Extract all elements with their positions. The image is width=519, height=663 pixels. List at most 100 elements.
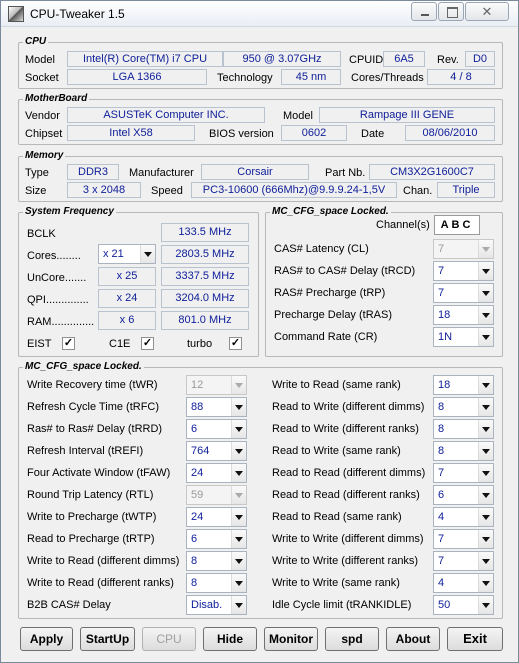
socket-value: LGA 1366 <box>67 69 207 85</box>
mc-right-row-2-select[interactable]: 8 <box>433 419 494 439</box>
mc-left-row-8-select[interactable]: 8 <box>186 551 247 571</box>
cpuid-label: CPUID <box>349 54 384 66</box>
mc-left-row-5-select[interactable]: 59 <box>186 485 247 505</box>
chevron-down-icon[interactable] <box>478 574 493 592</box>
chevron-down-icon[interactable] <box>478 464 493 482</box>
mc-top-row-0-select[interactable]: 7 <box>433 239 494 259</box>
mc-left-row-3-label: Refresh Interval (tREFI) <box>27 445 144 457</box>
chevron-down-icon[interactable] <box>478 240 493 258</box>
mc-left-row-9-select[interactable]: 8 <box>186 573 247 593</box>
chevron-down-icon[interactable] <box>231 596 246 614</box>
spd-button[interactable]: spd <box>325 627 379 651</box>
maximize-button[interactable] <box>438 2 464 21</box>
mc-right-row-9-label: Write to Write (same rank) <box>272 577 400 589</box>
chipset-label: Chipset <box>25 128 63 140</box>
chevron-down-icon[interactable] <box>231 420 246 438</box>
startup-button[interactable]: StartUp <box>80 627 135 651</box>
mem-size-value: 3 x 2048 <box>67 182 141 198</box>
chevron-down-icon[interactable] <box>478 262 493 280</box>
chevron-down-icon[interactable] <box>231 508 246 526</box>
mc-right-row-10-select[interactable]: 50 <box>433 595 494 615</box>
chevron-down-icon[interactable] <box>231 442 246 460</box>
chevron-down-icon[interactable] <box>478 328 493 346</box>
hide-button[interactable]: Hide <box>203 627 257 651</box>
chevron-down-icon[interactable] <box>140 245 155 263</box>
mc-left-row-3-select[interactable]: 764 <box>186 441 247 461</box>
rev-value: D0 <box>465 51 495 67</box>
mc-top-row-2-label: RAS# Precharge (tRP) <box>274 287 386 299</box>
cores-label: Cores........ <box>27 250 81 262</box>
mc-right-row-5-label: Read to Read (different ranks) <box>272 489 420 501</box>
chevron-down-icon[interactable] <box>231 574 246 592</box>
mc-left-row-0-select[interactable]: 12 <box>186 375 247 395</box>
mc-right-row-4-value: 7 <box>438 467 445 479</box>
close-button[interactable]: ✕ <box>465 2 509 21</box>
chevron-down-icon[interactable] <box>231 530 246 548</box>
exit-button[interactable]: Exit <box>447 627 503 651</box>
chevron-down-icon[interactable] <box>478 376 493 394</box>
cpu-button[interactable]: CPU <box>142 627 196 651</box>
chevron-down-icon[interactable] <box>478 306 493 324</box>
cores-multiplier-value: x 21 <box>103 248 124 260</box>
mc-top-row-0-label: CAS# Latency (CL) <box>274 243 369 255</box>
chevron-down-icon[interactable] <box>478 486 493 504</box>
cores-freq-value: 2803.5 MHz <box>161 245 249 264</box>
chevron-down-icon[interactable] <box>478 596 493 614</box>
mc-top-row-1-value: 7 <box>438 265 445 277</box>
mc-right-row-9-select[interactable]: 4 <box>433 573 494 593</box>
mc-right-row-3-select[interactable]: 8 <box>433 441 494 461</box>
chevron-down-icon[interactable] <box>478 508 493 526</box>
chevron-down-icon[interactable] <box>231 464 246 482</box>
mc-top-row-4-label: Command Rate (CR) <box>274 331 378 343</box>
mc-right-row-2-label: Read to Write (different ranks) <box>272 423 419 435</box>
mc-left-row-1-select[interactable]: 88 <box>186 397 247 417</box>
mc-left-row-6-select[interactable]: 24 <box>186 507 247 527</box>
mc-right-row-8-select[interactable]: 7 <box>433 551 494 571</box>
chevron-down-icon[interactable] <box>231 552 246 570</box>
mc-right-row-10-value: 50 <box>438 599 451 611</box>
mc-right-row-4-select[interactable]: 7 <box>433 463 494 483</box>
mc-right-row-0-select[interactable]: 18 <box>433 375 494 395</box>
chevron-down-icon[interactable] <box>478 530 493 548</box>
mc-left-row-10-select[interactable]: Disab. <box>186 595 247 615</box>
socket-label: Socket <box>25 72 59 84</box>
mc-left-row-8-label: Write to Read (different dimms) <box>27 555 180 567</box>
turbo-checkbox[interactable]: ✓ <box>229 337 242 350</box>
about-button[interactable]: About <box>386 627 440 651</box>
eist-checkbox[interactable]: ✓ <box>62 337 75 350</box>
minimize-button[interactable] <box>411 2 437 21</box>
mc-left-row-7-select[interactable]: 6 <box>186 529 247 549</box>
mem-type-value: DDR3 <box>67 164 119 180</box>
mc-top-row-4-select[interactable]: 1N <box>433 327 494 347</box>
mc-left-row-4-value: 24 <box>191 467 204 479</box>
mc-right-row-9-value: 4 <box>438 577 445 589</box>
chevron-down-icon[interactable] <box>478 552 493 570</box>
chevron-down-icon[interactable] <box>478 398 493 416</box>
mc-right-row-2-value: 8 <box>438 423 445 435</box>
chevron-down-icon[interactable] <box>478 420 493 438</box>
mc-right-row-5-select[interactable]: 6 <box>433 485 494 505</box>
apply-button[interactable]: Apply <box>20 627 73 651</box>
mc-right-row-6-select[interactable]: 4 <box>433 507 494 527</box>
mc-top-row-1-select[interactable]: 7 <box>433 261 494 281</box>
mc-left-row-2-select[interactable]: 6 <box>186 419 247 439</box>
mc-top-row-2-select[interactable]: 7 <box>433 283 494 303</box>
mc-right-row-1-select[interactable]: 8 <box>433 397 494 417</box>
cpu-model-label: Model <box>25 54 55 66</box>
rev-label: Rev. <box>437 54 459 66</box>
chevron-down-icon[interactable] <box>478 442 493 460</box>
cores-multiplier-select[interactable]: x 21 <box>98 244 156 264</box>
monitor-button[interactable]: Monitor <box>264 627 318 651</box>
chevron-down-icon[interactable] <box>231 398 246 416</box>
qpi-multiplier-value: x 24 <box>98 289 156 308</box>
c1e-checkbox[interactable]: ✓ <box>141 337 154 350</box>
chevron-down-icon[interactable] <box>231 486 246 504</box>
chevron-down-icon[interactable] <box>478 284 493 302</box>
mc-left-row-10-label: B2B CAS# Delay <box>27 599 111 611</box>
chevron-down-icon[interactable] <box>231 376 246 394</box>
mc-right-row-7-select[interactable]: 7 <box>433 529 494 549</box>
technology-label: Technology <box>217 72 273 84</box>
mc-top-row-3-select[interactable]: 18 <box>433 305 494 325</box>
mc-top-row-1-label: RAS# to CAS# Delay (tRCD) <box>274 265 416 277</box>
mc-left-row-4-select[interactable]: 24 <box>186 463 247 483</box>
